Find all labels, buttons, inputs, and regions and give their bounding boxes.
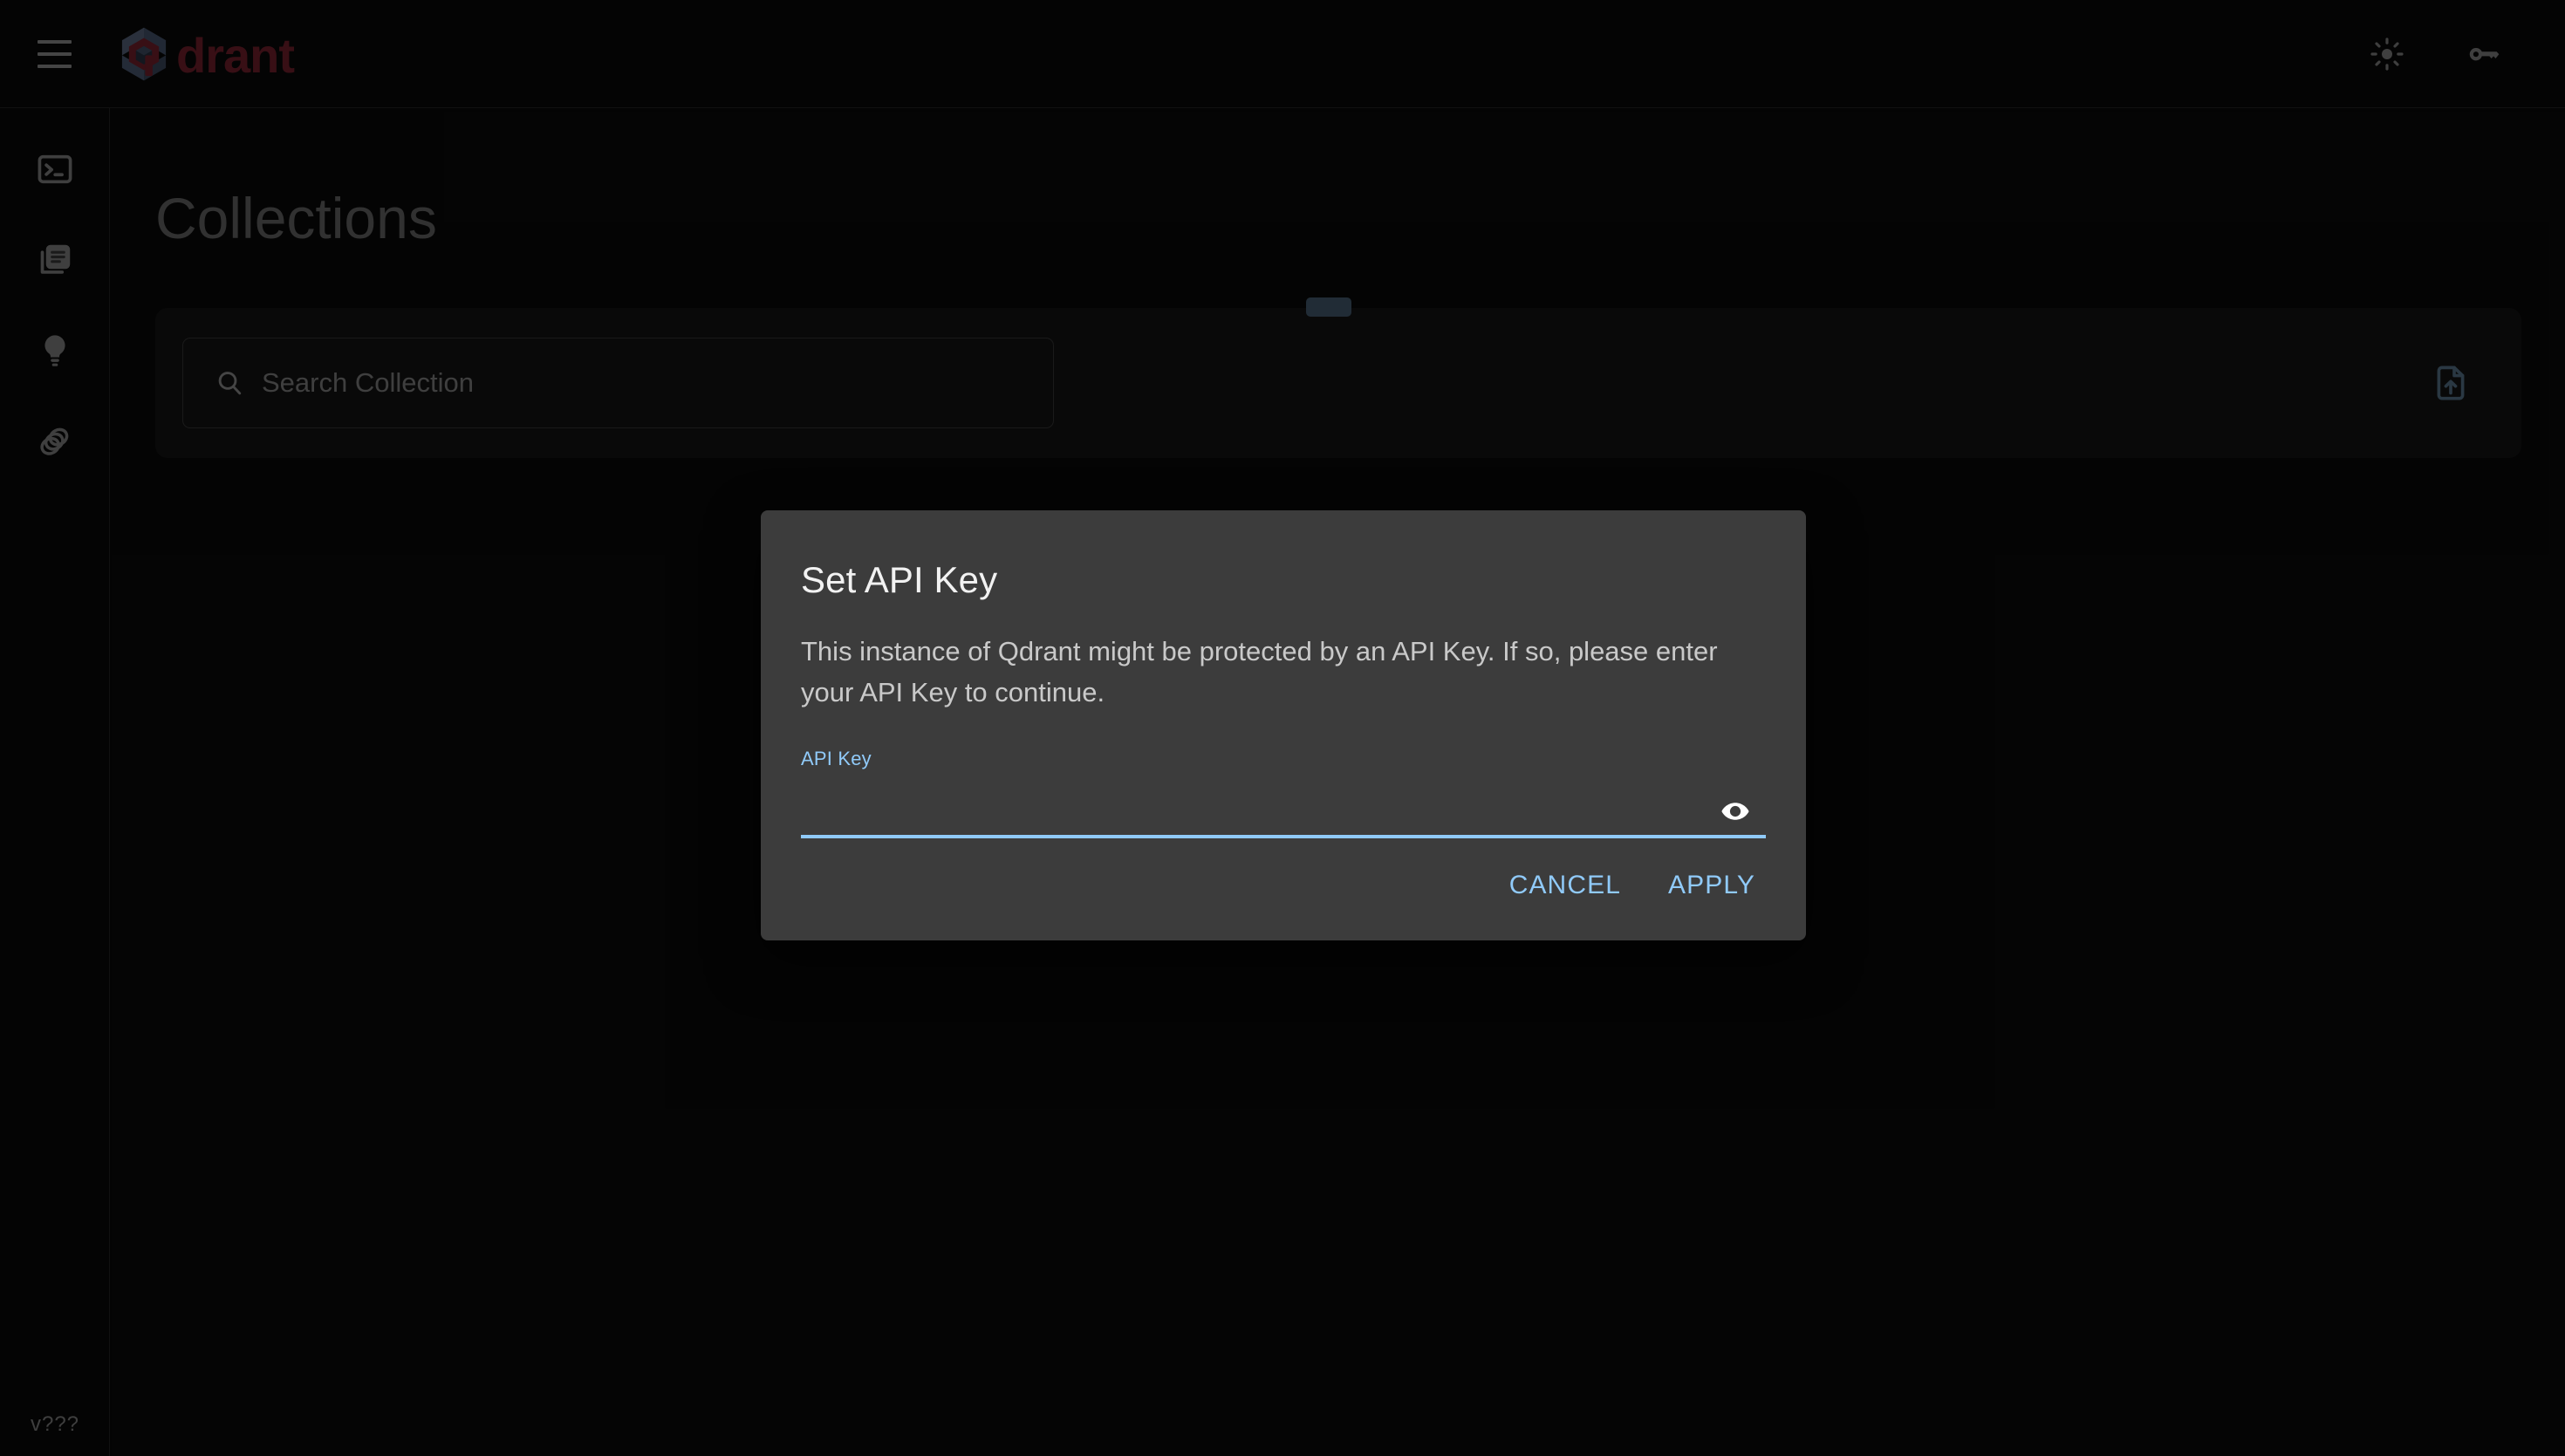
cancel-button[interactable]: CANCEL bbox=[1490, 857, 1640, 914]
dialog-actions: CANCEL APPLY bbox=[1490, 857, 1775, 914]
dialog-description: This instance of Qdrant might be protect… bbox=[801, 636, 1718, 708]
api-key-control[interactable] bbox=[801, 786, 1766, 839]
api-key-field-group: API Key bbox=[801, 748, 1766, 839]
eye-icon[interactable] bbox=[1710, 786, 1761, 837]
api-key-input[interactable] bbox=[801, 788, 1710, 836]
api-key-label: API Key bbox=[801, 748, 872, 770]
set-api-key-dialog: Set API Key This instance of Qdrant migh… bbox=[761, 510, 1806, 940]
apply-button[interactable]: APPLY bbox=[1649, 857, 1775, 914]
dialog-title: Set API Key bbox=[801, 559, 998, 600]
app-root: drant bbox=[0, 0, 2565, 1456]
dialog-body: This instance of Qdrant might be protect… bbox=[801, 631, 1766, 839]
